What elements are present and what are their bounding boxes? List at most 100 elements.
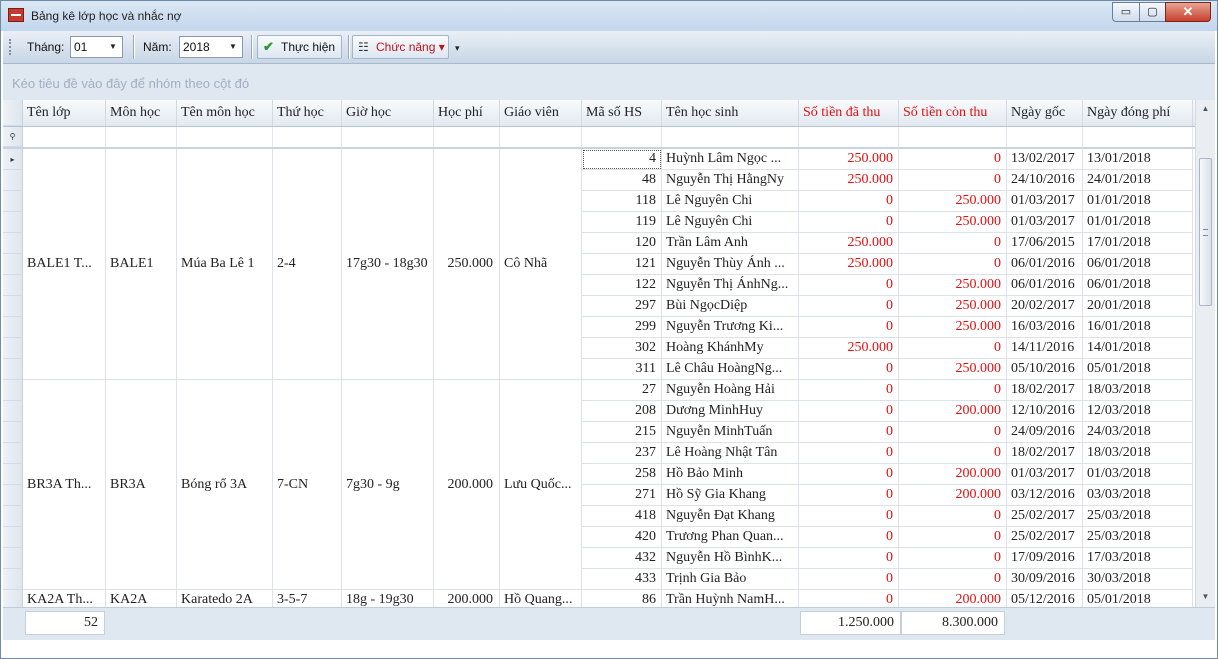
table-cell-amount-paid[interactable]: 0 bbox=[799, 485, 899, 506]
table-cell-student-id[interactable]: 311 bbox=[582, 359, 662, 380]
table-cell-payment-date[interactable]: 17/01/2018 bbox=[1083, 233, 1193, 254]
table-cell-student-name[interactable]: Nguyễn Trương Ki... bbox=[662, 317, 799, 338]
merged-cell-teacher[interactable]: Hồ Quang... bbox=[500, 590, 582, 607]
filter-cell-payment-date[interactable] bbox=[1083, 127, 1193, 147]
table-cell-amount-remaining[interactable]: 250.000 bbox=[899, 191, 1007, 212]
row-indicator[interactable] bbox=[3, 254, 23, 275]
column-header-original-date[interactable]: Ngày gốc bbox=[1007, 100, 1083, 126]
row-indicator[interactable]: ▸ bbox=[3, 149, 23, 170]
row-indicator[interactable] bbox=[3, 422, 23, 443]
table-cell-student-id[interactable]: 299 bbox=[582, 317, 662, 338]
row-indicator[interactable] bbox=[3, 527, 23, 548]
table-cell-original-date[interactable]: 14/11/2016 bbox=[1007, 338, 1083, 359]
table-cell-student-id[interactable]: 258 bbox=[582, 464, 662, 485]
table-cell-student-name[interactable]: Nguyễn MinhTuấn bbox=[662, 422, 799, 443]
column-header-fee[interactable]: Học phí bbox=[434, 100, 500, 126]
table-cell-student-name[interactable]: Nguyễn Đạt Khang bbox=[662, 506, 799, 527]
table-cell-amount-paid[interactable]: 0 bbox=[799, 464, 899, 485]
table-cell-amount-paid[interactable]: 0 bbox=[799, 422, 899, 443]
table-cell-payment-date[interactable]: 30/03/2018 bbox=[1083, 569, 1193, 590]
table-cell-original-date[interactable]: 25/02/2017 bbox=[1007, 506, 1083, 527]
filter-cell-amount-remaining[interactable] bbox=[899, 127, 1007, 147]
table-cell-payment-date[interactable]: 17/03/2018 bbox=[1083, 548, 1193, 569]
merged-cell-days[interactable]: 3-5-7 bbox=[273, 590, 342, 607]
row-indicator[interactable] bbox=[3, 317, 23, 338]
group-by-panel[interactable]: Kéo tiêu đề vào đây để nhóm theo cột đó bbox=[3, 64, 1215, 100]
table-cell-student-id[interactable]: 48 bbox=[582, 170, 662, 191]
table-cell-student-id[interactable]: 297 bbox=[582, 296, 662, 317]
filter-cell-fee[interactable] bbox=[434, 127, 500, 147]
row-indicator[interactable] bbox=[3, 380, 23, 401]
table-cell-student-name[interactable]: Dương MinhHuy bbox=[662, 401, 799, 422]
table-cell-payment-date[interactable]: 24/03/2018 bbox=[1083, 422, 1193, 443]
filter-cell-amount-paid[interactable] bbox=[799, 127, 899, 147]
column-header-class-name[interactable]: Tên lớp bbox=[23, 100, 106, 126]
table-cell-amount-paid[interactable]: 250.000 bbox=[799, 149, 899, 170]
table-cell-amount-paid[interactable]: 0 bbox=[799, 296, 899, 317]
table-cell-original-date[interactable]: 13/02/2017 bbox=[1007, 149, 1083, 170]
table-cell-original-date[interactable]: 18/02/2017 bbox=[1007, 380, 1083, 401]
scroll-down-icon[interactable]: ▼ bbox=[1196, 592, 1215, 601]
table-cell-original-date[interactable]: 01/03/2017 bbox=[1007, 212, 1083, 233]
merged-cell-time[interactable]: 7g30 - 9g bbox=[342, 380, 434, 590]
table-cell-amount-remaining[interactable]: 200.000 bbox=[899, 401, 1007, 422]
table-cell-student-name[interactable]: Lê Nguyên Chi bbox=[662, 212, 799, 233]
merged-cell-subject[interactable]: KA2A bbox=[106, 590, 177, 607]
row-indicator[interactable] bbox=[3, 485, 23, 506]
row-indicator[interactable] bbox=[3, 212, 23, 233]
merged-cell-teacher[interactable]: Cô Nhã bbox=[500, 149, 582, 380]
column-header-subject[interactable]: Môn học bbox=[106, 100, 177, 126]
row-indicator[interactable] bbox=[3, 590, 23, 607]
row-indicator[interactable] bbox=[3, 401, 23, 422]
table-cell-student-id[interactable]: 271 bbox=[582, 485, 662, 506]
table-cell-payment-date[interactable]: 12/03/2018 bbox=[1083, 401, 1193, 422]
table-cell-student-name[interactable]: Hồ Sỹ Gia Khang bbox=[662, 485, 799, 506]
table-cell-payment-date[interactable]: 01/01/2018 bbox=[1083, 212, 1193, 233]
merged-cell-teacher[interactable]: Lưu Quốc... bbox=[500, 380, 582, 590]
merged-cell-class-name[interactable]: KA2A Th... bbox=[23, 590, 106, 607]
table-cell-amount-remaining[interactable]: 250.000 bbox=[899, 275, 1007, 296]
column-header-teacher[interactable]: Giáo viên bbox=[500, 100, 582, 126]
table-cell-amount-remaining[interactable]: 250.000 bbox=[899, 359, 1007, 380]
function-menu-button[interactable]: ☷ Chức năng ▾ bbox=[352, 35, 449, 59]
table-cell-amount-paid[interactable]: 0 bbox=[799, 380, 899, 401]
table-cell-amount-paid[interactable]: 0 bbox=[799, 212, 899, 233]
table-cell-original-date[interactable]: 20/02/2017 bbox=[1007, 296, 1083, 317]
execute-button[interactable]: ✔ Thực hiện bbox=[257, 35, 342, 59]
table-cell-student-name[interactable]: Trương Phan Quan... bbox=[662, 527, 799, 548]
table-cell-student-name[interactable]: Nguyễn Thị ÁnhNg... bbox=[662, 275, 799, 296]
close-button[interactable]: ✕ bbox=[1165, 2, 1211, 22]
table-cell-student-name[interactable]: Bùi NgọcDiệp bbox=[662, 296, 799, 317]
vertical-scrollbar[interactable]: ▲ ▼ bbox=[1195, 100, 1215, 607]
table-cell-amount-paid[interactable]: 0 bbox=[799, 590, 899, 607]
filter-cell-subject-name[interactable] bbox=[177, 127, 273, 147]
column-header-student-id[interactable]: Mã số HS bbox=[582, 100, 662, 126]
merged-cell-subject-name[interactable]: Bóng rổ 3A bbox=[177, 380, 273, 590]
table-cell-payment-date[interactable]: 06/01/2018 bbox=[1083, 254, 1193, 275]
table-cell-student-name[interactable]: Nguyễn Hoàng Hải bbox=[662, 380, 799, 401]
table-cell-amount-paid[interactable]: 250.000 bbox=[799, 254, 899, 275]
merged-cell-days[interactable]: 2-4 bbox=[273, 149, 342, 380]
table-cell-original-date[interactable]: 03/12/2016 bbox=[1007, 485, 1083, 506]
table-cell-student-id[interactable]: 433 bbox=[582, 569, 662, 590]
table-cell-original-date[interactable]: 01/03/2017 bbox=[1007, 464, 1083, 485]
table-cell-student-name[interactable]: Trần Lâm Anh bbox=[662, 233, 799, 254]
column-header-time[interactable]: Giờ học bbox=[342, 100, 434, 126]
table-cell-amount-paid[interactable]: 0 bbox=[799, 506, 899, 527]
row-indicator[interactable] bbox=[3, 170, 23, 191]
table-cell-student-name[interactable]: Nguyễn Thùy Ánh ... bbox=[662, 254, 799, 275]
merged-cell-subject-name[interactable]: Karatedo 2A bbox=[177, 590, 273, 607]
year-select[interactable]: 2018 ▼ bbox=[179, 36, 243, 58]
row-indicator[interactable] bbox=[3, 275, 23, 296]
minimize-button[interactable]: ▭ bbox=[1112, 2, 1140, 22]
column-header-amount-remaining[interactable]: Số tiền còn thu bbox=[899, 100, 1007, 126]
table-cell-student-id[interactable]: 27 bbox=[582, 380, 662, 401]
filter-cell-subject[interactable] bbox=[106, 127, 177, 147]
month-select[interactable]: 01 ▼ bbox=[70, 36, 123, 58]
title-bar[interactable]: Bảng kê lớp học và nhắc nợ ▭ ▢ ✕ bbox=[1, 1, 1217, 31]
table-cell-student-id[interactable]: 120 bbox=[582, 233, 662, 254]
table-cell-amount-remaining[interactable]: 200.000 bbox=[899, 485, 1007, 506]
filter-cell-student-id[interactable] bbox=[582, 127, 662, 147]
merged-cell-subject[interactable]: BALE1 bbox=[106, 149, 177, 380]
filter-cell-time[interactable] bbox=[342, 127, 434, 147]
